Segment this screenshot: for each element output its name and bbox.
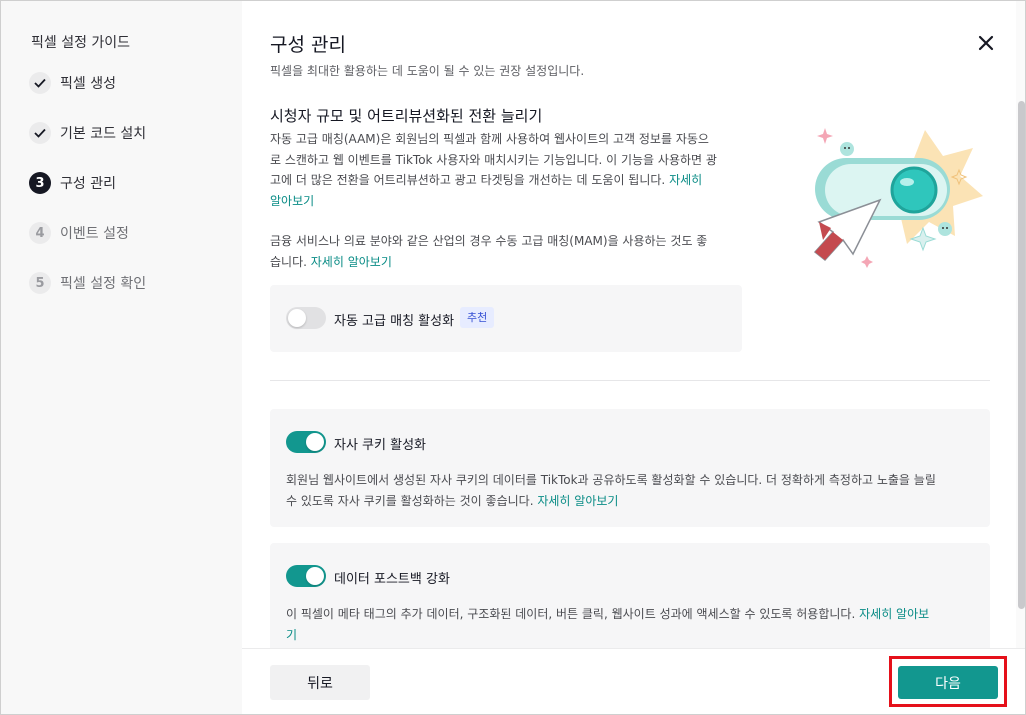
learn-more-link[interactable]: 알아보기: [270, 194, 314, 208]
aam-toggle-label: 자동 고급 매칭 활성화: [334, 314, 455, 329]
learn-more-link[interactable]: 기: [286, 628, 297, 642]
mam-description: 금융 서비스나 의료 분야와 같은 산업의 경우 수동 고급 매칭(MAM)을 …: [270, 231, 745, 272]
page-title: 구성 관리: [270, 34, 346, 56]
aam-description-line: 고에 더 많은 전환을 어트리뷰션하고 광고 타겟팅을 개선하는 데 도움이 됩…: [270, 173, 703, 187]
close-icon: [978, 35, 994, 51]
toggle-knob: [306, 433, 324, 451]
mam-description-line: 금융 서비스나 의료 분야와 같은 산업의 경우 수동 고급 매칭(MAM)을 …: [270, 234, 708, 248]
step-install-base-code[interactable]: 기본 코드 설치: [29, 121, 229, 145]
cookie-description-line: 회원님 웹사이트에서 생성된 자사 쿠키의 데이터를 TikTok과 공유하도록…: [286, 473, 936, 487]
step-create-pixel[interactable]: 픽셀 생성: [29, 71, 229, 95]
close-button[interactable]: [975, 32, 997, 54]
toggle-knob: [306, 567, 324, 585]
step-event-setup[interactable]: 4 이벤트 설정: [29, 221, 229, 245]
aam-toggle-card: 자동 고급 매칭 활성화 추천: [270, 285, 742, 352]
first-party-cookie-label: 자사 쿠키 활성화: [334, 438, 426, 453]
aam-description-line: 알아보기: [270, 191, 745, 212]
toggle-cursor-illustration: [813, 128, 983, 268]
sidebar-title: 픽셀 설정 가이드: [31, 35, 131, 51]
next-button[interactable]: 다음: [898, 666, 998, 699]
recommended-badge: 추천: [460, 307, 495, 328]
step-label: 픽셀 생성: [60, 76, 116, 92]
cookie-description-line: 수 있도록 자사 쿠키를 활성화하는 것이 좋습니다. 자세히 알아보기: [286, 493, 619, 508]
first-party-cookie-description: 회원님 웹사이트에서 생성된 자사 쿠키의 데이터를 TikTok과 공유하도록…: [286, 470, 976, 511]
data-postback-description: 이 픽셀이 메타 태그의 추가 데이터, 구조화된 데이터, 버튼 클릭, 웹사…: [286, 604, 976, 645]
first-party-cookie-card: 자사 쿠키 활성화 회원님 웹사이트에서 생성된 자사 쿠키의 데이터를 Tik…: [270, 409, 990, 527]
check-icon: [29, 122, 51, 144]
step-label: 구성 관리: [60, 176, 116, 192]
section-heading: 시청자 규모 및 어트리뷰션화된 전환 늘리기: [270, 107, 543, 125]
learn-more-link[interactable]: 자세히 알아보: [859, 607, 929, 621]
section-divider: [270, 380, 990, 381]
setup-guide-sidebar: 픽셀 설정 가이드 픽셀 생성 기본 코드 설치 3 구성 관리 4 이벤트 설…: [1, 1, 242, 714]
postback-description-line: 이 픽셀이 메타 태그의 추가 데이터, 구조화된 데이터, 버튼 클릭, 웹사…: [286, 607, 930, 621]
postback-description-line: 기: [286, 625, 976, 646]
step-label: 픽셀 설정 확인: [60, 276, 147, 292]
step-number: 3: [29, 172, 51, 194]
data-postback-card: 데이터 포스트백 강화 이 픽셀이 메타 태그의 추가 데이터, 구조화된 데이…: [270, 543, 990, 648]
step-number: 5: [29, 272, 51, 294]
mam-description-line: 습니다. 자세히 알아보기: [270, 254, 392, 269]
data-postback-toggle[interactable]: [286, 565, 326, 587]
data-postback-label: 데이터 포스트백 강화: [334, 572, 450, 587]
step-label: 기본 코드 설치: [60, 126, 147, 142]
step-manage-configuration[interactable]: 3 구성 관리: [29, 171, 229, 195]
learn-more-link[interactable]: 자세히 알아보기: [311, 255, 392, 269]
aam-description-line: 로 스캔하고 웹 이벤트를 TikTok 사용자와 매치시키는 기능입니다. 이…: [270, 152, 717, 167]
step-label: 이벤트 설정: [60, 226, 129, 242]
back-button[interactable]: 뒤로: [270, 665, 370, 700]
learn-more-link[interactable]: 자세히: [669, 173, 702, 187]
page-subtitle: 픽셀을 최대한 활용하는 데 도움이 될 수 있는 권장 설정입니다.: [270, 64, 585, 78]
aam-description-line: 자동 고급 매칭(AAM)은 회원님의 픽셀과 함께 사용하여 웹사이트의 고객…: [270, 132, 709, 146]
check-icon: [29, 72, 51, 94]
first-party-cookie-toggle[interactable]: [286, 431, 326, 453]
pixel-setup-modal: 픽셀 설정 가이드 픽셀 생성 기본 코드 설치 3 구성 관리 4 이벤트 설…: [0, 0, 1026, 715]
step-verify-pixel[interactable]: 5 픽셀 설정 확인: [29, 271, 229, 295]
learn-more-link[interactable]: 자세히 알아보기: [537, 494, 618, 508]
step-number: 4: [29, 222, 51, 244]
main-content: 구성 관리 픽셀을 최대한 활용하는 데 도움이 될 수 있는 권장 설정입니다…: [242, 1, 1025, 648]
scrollbar-thumb[interactable]: [1018, 101, 1025, 609]
modal-footer: 뒤로 다음: [242, 648, 1025, 714]
aam-description: 자동 고급 매칭(AAM)은 회원님의 픽셀과 함께 사용하여 웹사이트의 고객…: [270, 129, 745, 211]
toggle-knob: [288, 309, 306, 327]
aam-toggle[interactable]: [286, 307, 326, 329]
